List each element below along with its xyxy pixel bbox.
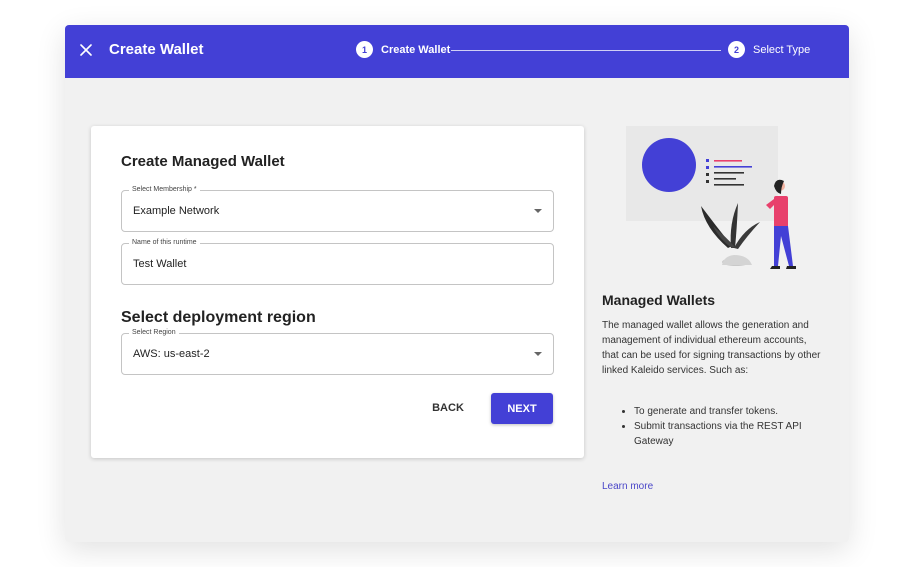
chevron-down-icon [534, 352, 542, 356]
step-connector [451, 50, 721, 51]
dialog-title: Create Wallet [109, 41, 204, 58]
chevron-down-icon [534, 209, 542, 213]
step-label: Select Type [753, 43, 811, 56]
step-select-type: 2 Select Type [728, 41, 810, 58]
list-item: Submit transactions via the REST API Gat… [634, 419, 834, 449]
list-item: To generate and transfer tokens. [634, 404, 834, 419]
membership-label: Select Membership * [129, 185, 200, 195]
region-select[interactable]: Select Region AWS: us-east-2 [121, 328, 554, 375]
learn-more-link[interactable]: Learn more [602, 481, 653, 492]
create-wallet-dialog: Create Wallet 1 Create Wallet 2 Select T… [65, 25, 849, 542]
managed-wallet-illustration [626, 126, 796, 269]
wallet-form-card: Create Managed Wallet Select Membership … [91, 126, 584, 458]
runtime-name-value: Test Wallet [133, 258, 187, 270]
next-button[interactable]: NEXT [491, 393, 553, 424]
side-panel-title: Managed Wallets [602, 292, 716, 308]
step-create-wallet: 1 Create Wallet [356, 41, 450, 58]
runtime-name-field[interactable]: Name of this runtime Test Wallet [121, 238, 554, 285]
dialog-header: Create Wallet 1 Create Wallet 2 Select T… [65, 25, 849, 78]
side-panel-description: The managed wallet allows the generation… [602, 320, 821, 376]
side-panel-bullets: To generate and transfer tokens. Submit … [620, 404, 834, 449]
region-label: Select Region [129, 328, 179, 338]
runtime-name-label: Name of this runtime [129, 238, 200, 248]
back-button[interactable]: BACK [421, 393, 475, 423]
region-value: AWS: us-east-2 [133, 348, 210, 360]
step-number-badge: 1 [356, 41, 373, 58]
step-number-badge: 2 [728, 41, 745, 58]
step-label: Create Wallet [381, 43, 451, 56]
form-title: Create Managed Wallet [121, 153, 285, 170]
close-button[interactable] [80, 38, 102, 64]
region-section-title: Select deployment region [121, 309, 316, 326]
membership-select[interactable]: Select Membership * Example Network [121, 185, 554, 232]
close-icon [80, 44, 92, 56]
membership-value: Example Network [133, 205, 220, 217]
